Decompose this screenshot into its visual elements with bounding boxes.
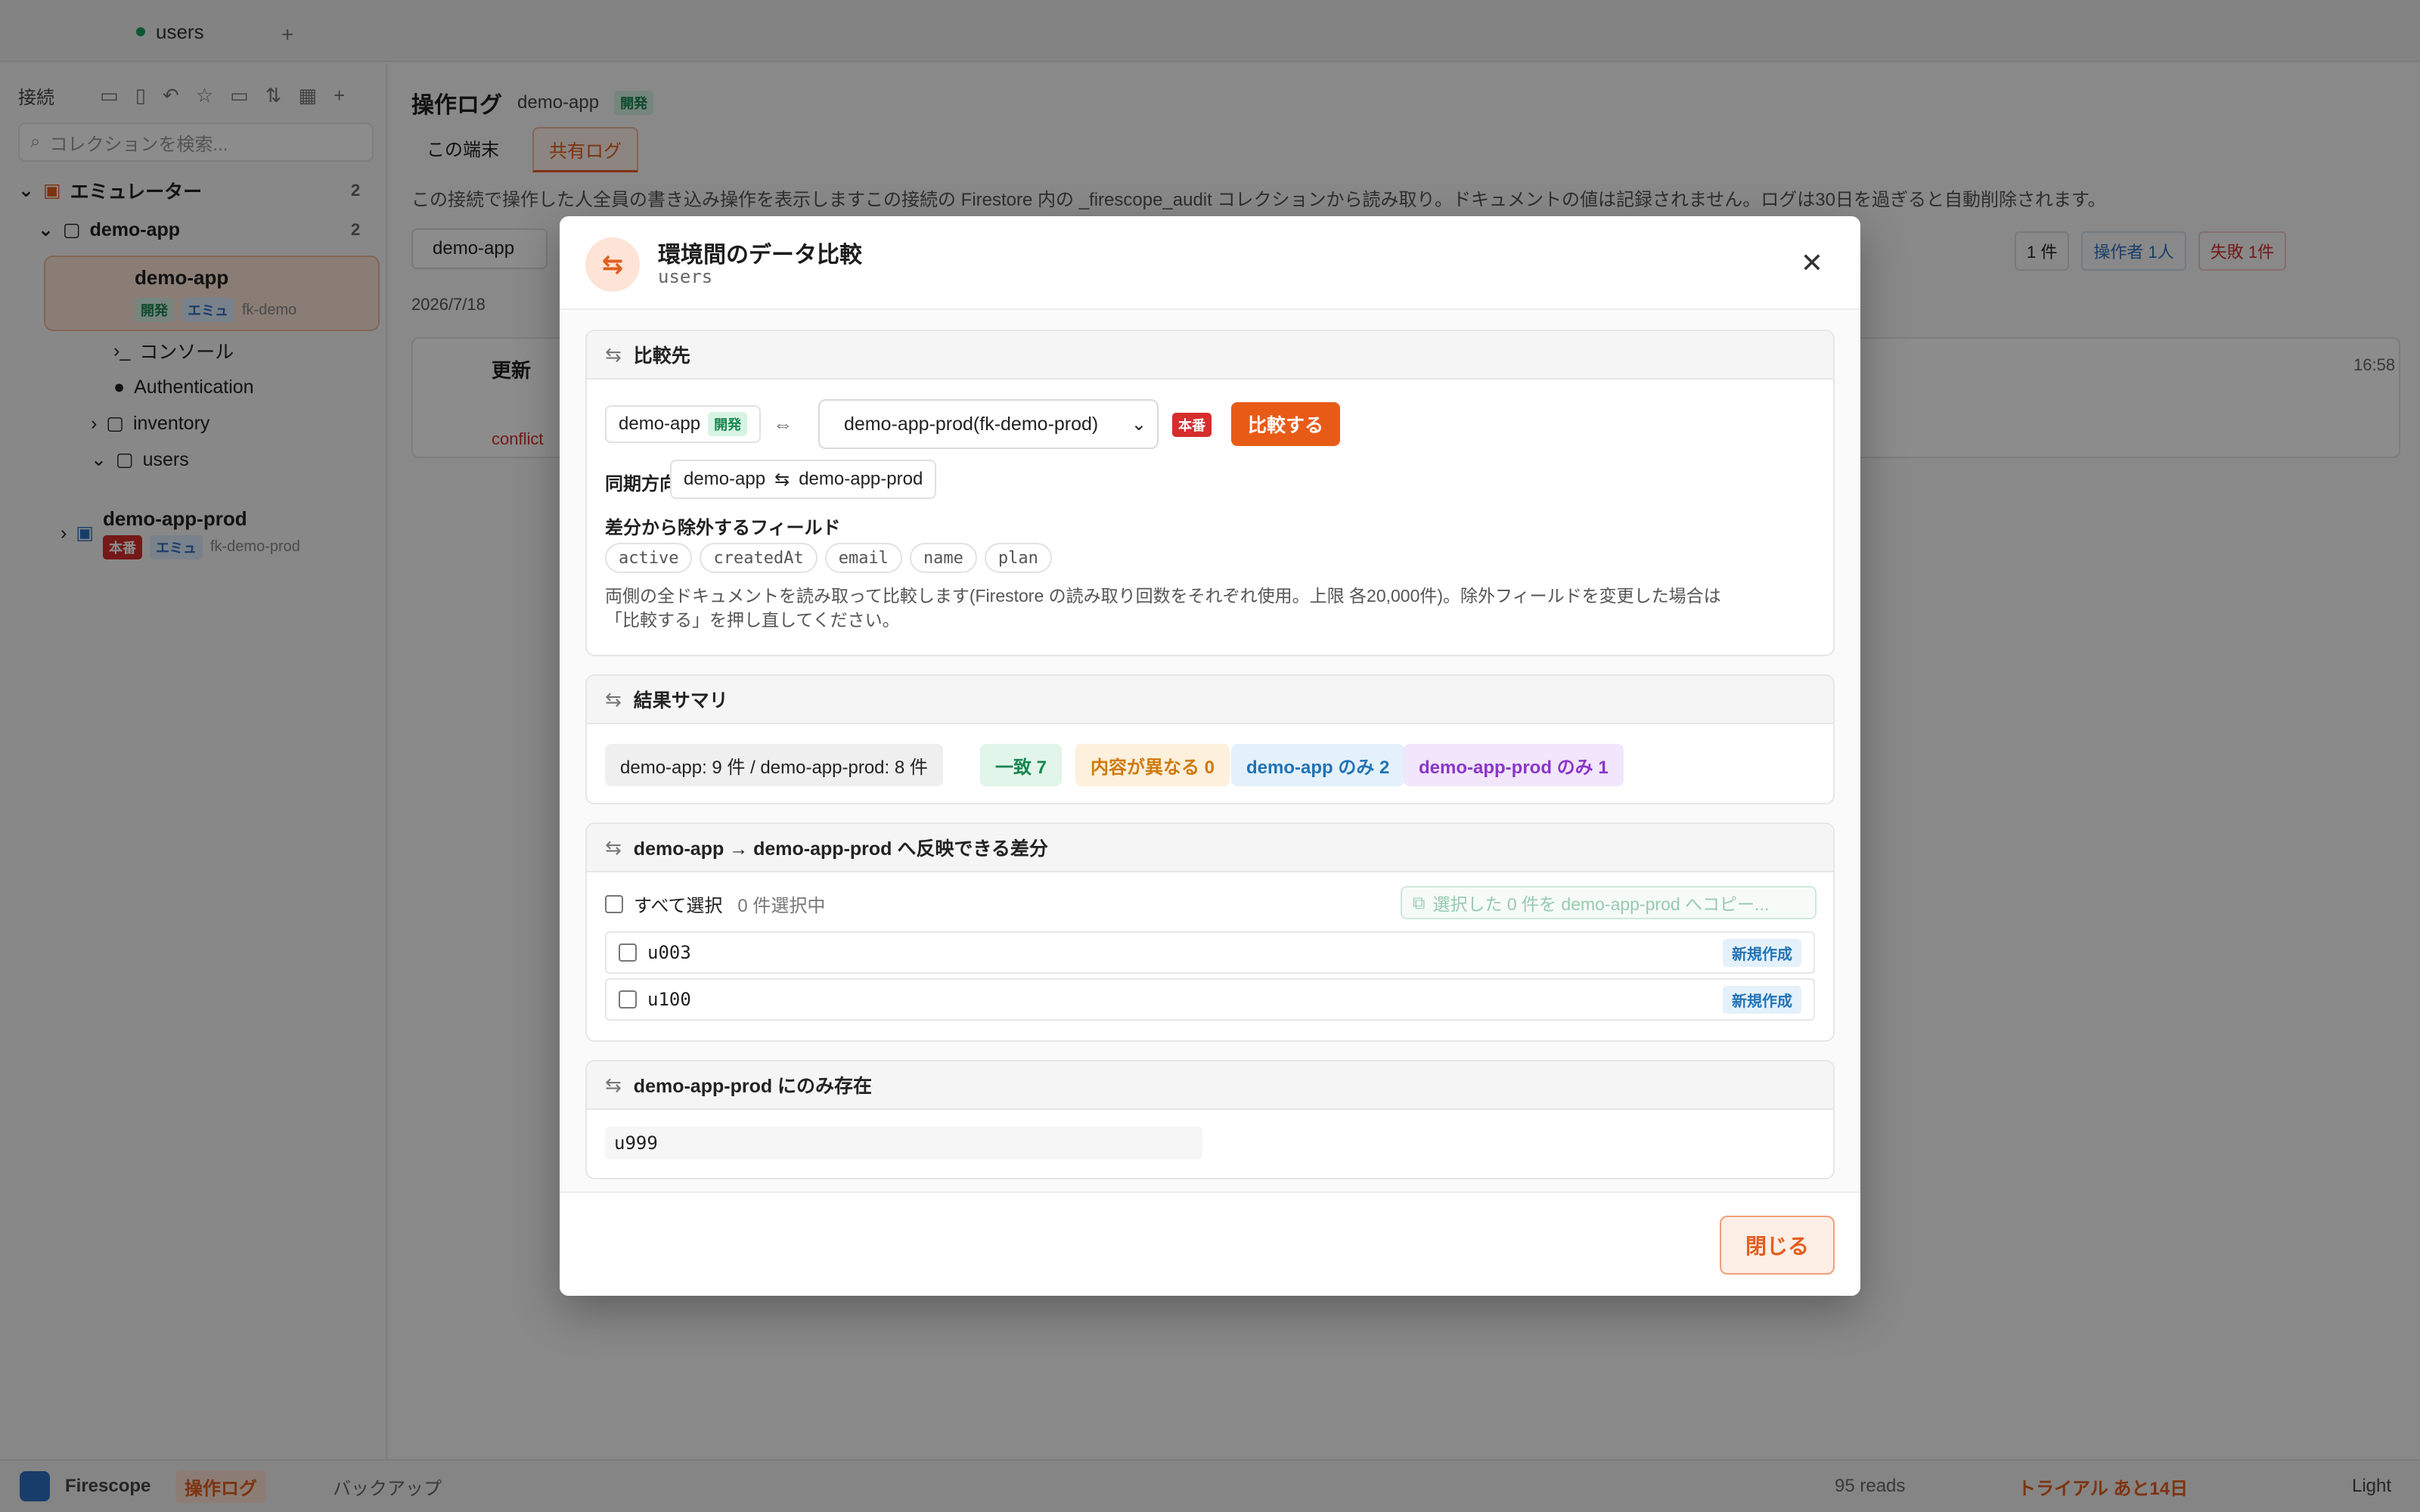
copy-icon: ⧉ (1413, 892, 1426, 912)
swap-icon: ⇆ (605, 835, 622, 859)
target-only-section: ⇆ demo-app-prod にのみ存在 u999 (585, 1060, 1835, 1179)
target-select[interactable]: demo-app-prod(fk-demo-prod) ⌄ (818, 399, 1159, 449)
target-only-doc: u999 (605, 1126, 1202, 1160)
target-select-value: demo-app-prod(fk-demo-prod) (844, 413, 1099, 435)
source-project: demo-app 開発 (605, 405, 762, 443)
doc-id: u003 (647, 942, 691, 963)
exclude-field-tag[interactable]: name (909, 543, 977, 573)
dialog-title: 環境間のデータ比較 (658, 243, 862, 268)
sync-direction-toggle[interactable]: demo-app ⇆ demo-app-prod (670, 460, 937, 499)
section-header: ⇆ 比較先 (587, 331, 1833, 380)
compare-arrow-icon: ⇔ (773, 413, 793, 435)
section-title: 結果サマリ (633, 690, 728, 711)
section-title: demo-app-prod にのみ存在 (633, 1076, 873, 1097)
doc-id: u100 (647, 989, 691, 1010)
summary-different: 内容が異なる 0 (1075, 744, 1230, 786)
sync-from: demo-app (684, 469, 766, 489)
section-title: 比較先 (633, 345, 690, 367)
close-button[interactable]: 閉じる (1720, 1216, 1835, 1275)
exclude-fields-label: 差分から除外するフィールド (605, 518, 841, 538)
dialog-body: ⇆ 比較先 demo-app 開発 ⇔ demo-app-prod(fk-dem… (560, 311, 1860, 1191)
summary-section: ⇆ 結果サマリ demo-app: 9 件 / demo-app-prod: 8… (585, 674, 1835, 804)
summary-match: 一致 7 (980, 744, 1063, 786)
exclude-field-tag[interactable]: active (605, 543, 693, 573)
swap-icon: ⇆ (605, 1073, 622, 1096)
section-header: ⇆ demo-app → demo-app-prod へ反映できる差分 (587, 824, 1833, 872)
compare-button[interactable]: 比較する (1231, 402, 1341, 446)
swap-icon: ⇆ (585, 237, 640, 292)
new-badge: 新規作成 (1723, 938, 1801, 967)
row-checkbox[interactable] (619, 943, 637, 962)
section-header: ⇆ 結果サマリ (587, 676, 1833, 724)
section-body: すべて選択 0 件選択中 ⧉ 選択した 0 件を demo-app-prod へ… (587, 872, 1833, 1040)
select-all-label[interactable]: すべて選択 (634, 891, 722, 917)
section-title: demo-app → demo-app-prod へ反映できる差分 (633, 838, 1048, 860)
compare-note-line2: 「比較する」を押し直してください。 (605, 610, 900, 630)
dev-badge: 開発 (708, 412, 748, 436)
compare-note-line1: 両側の全ドキュメントを読み取って比較します(Firestore の読み取り回数を… (605, 586, 1721, 606)
section-body: u999 (587, 1110, 1833, 1178)
source-name: demo-app (619, 414, 701, 434)
compare-note: 両側の全ドキュメントを読み取って比較します(Firestore の読み取り回数を… (605, 584, 1807, 632)
dialog-header: ⇆ 環境間のデータ比較 users ✕ (560, 216, 1860, 310)
copy-selected-button[interactable]: ⧉ 選択した 0 件を demo-app-prod へコピー... (1401, 886, 1817, 919)
compare-dialog: ⇆ 環境間のデータ比較 users ✕ ⇆ 比較先 demo-app 開発 ⇔ … (560, 216, 1860, 1296)
section-body: demo-app 開発 ⇔ demo-app-prod(fk-demo-prod… (587, 380, 1833, 655)
close-icon[interactable]: ✕ (1789, 246, 1835, 280)
select-all-row: すべて選択 0 件選択中 (605, 891, 825, 917)
exclude-fields-list: active createdAt email name plan (605, 543, 1060, 573)
new-badge: 新規作成 (1723, 985, 1801, 1014)
exclude-field-tag[interactable]: email (824, 543, 902, 573)
selected-count: 0 件選択中 (737, 896, 826, 916)
chevron-down-icon: ⌄ (1131, 414, 1146, 435)
summary-only-target: demo-app-prod のみ 1 (1404, 744, 1624, 786)
exclude-field-tag[interactable]: plan (984, 543, 1052, 573)
sync-direction-label: 同期方向 (605, 474, 678, 494)
dialog-footer: 閉じる (560, 1191, 1860, 1296)
section-header: ⇆ demo-app-prod にのみ存在 (587, 1061, 1833, 1110)
summary-counts: demo-app: 9 件 / demo-app-prod: 8 件 (605, 744, 943, 786)
exclude-field-tag[interactable]: createdAt (700, 543, 818, 573)
copy-button-label: 選択した 0 件を demo-app-prod へコピー... (1432, 894, 1770, 914)
diff-row[interactable]: u100 新規作成 (605, 978, 1815, 1021)
diff-row[interactable]: u003 新規作成 (605, 931, 1815, 974)
select-all-checkbox[interactable] (605, 894, 623, 913)
summary-only-source: demo-app のみ 2 (1231, 744, 1405, 786)
section-body: demo-app: 9 件 / demo-app-prod: 8 件 一致 7 … (587, 724, 1833, 803)
prod-badge: 本番 (1172, 413, 1212, 437)
dialog-subtitle: users (658, 266, 713, 287)
diff-section: ⇆ demo-app → demo-app-prod へ反映できる差分 すべて選… (585, 823, 1835, 1042)
row-checkbox[interactable] (619, 990, 637, 1009)
sync-direction-icon: ⇆ (774, 469, 790, 490)
sync-to: demo-app-prod (799, 469, 923, 489)
swap-icon: ⇆ (605, 687, 622, 711)
compare-target-section: ⇆ 比較先 demo-app 開発 ⇔ demo-app-prod(fk-dem… (585, 330, 1835, 656)
swap-icon: ⇆ (605, 342, 622, 366)
